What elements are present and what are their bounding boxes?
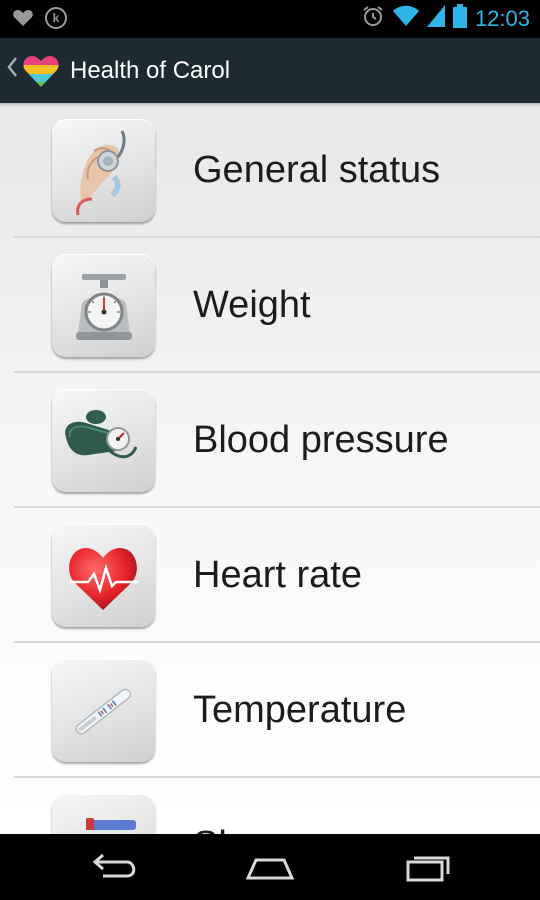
app-heart-icon [12, 7, 34, 34]
list-item-medication[interactable]: Sl [0, 778, 540, 834]
heart-logo-icon[interactable] [22, 53, 60, 89]
list-item-temperature[interactable]: Temperature [0, 643, 540, 778]
back-icon[interactable] [83, 848, 143, 888]
action-bar: Health of Carol [0, 38, 540, 103]
list-item-label: General status [193, 149, 441, 191]
status-bar: k 12:03 [0, 0, 540, 38]
kitchen-scale-icon [52, 254, 155, 357]
stethoscope-hand-icon [52, 119, 155, 222]
home-icon[interactable] [240, 848, 300, 888]
list-item-general-status[interactable]: General status [0, 103, 540, 238]
list-item-label: Sl [193, 824, 227, 834]
status-time: 12:03 [474, 5, 530, 31]
svg-text:k: k [53, 11, 60, 25]
recent-apps-icon[interactable] [398, 848, 458, 888]
page-title: Health of Carol [70, 56, 231, 84]
thermometer-icon [52, 659, 155, 762]
list-item-weight[interactable]: Weight [0, 238, 540, 373]
chevron-left-icon[interactable] [6, 56, 20, 85]
wifi-icon [392, 5, 419, 32]
action-bar-shadow [0, 103, 540, 107]
medication-icon [52, 794, 155, 834]
list-item-label: Blood pressure [193, 419, 449, 461]
list-item-blood-pressure[interactable]: Blood pressure [0, 373, 540, 508]
health-menu-list: General status Weight Blood pressure Hea… [0, 103, 540, 834]
heart-pulse-icon [52, 524, 155, 627]
list-item-label: Weight [193, 284, 311, 326]
list-item-label: Heart rate [193, 554, 362, 596]
kik-icon: k [44, 6, 68, 35]
navigation-bar [0, 834, 540, 900]
blood-pressure-cuff-icon [52, 389, 155, 492]
battery-icon [452, 4, 467, 33]
cell-signal-icon [426, 5, 445, 32]
alarm-icon [361, 4, 385, 33]
list-item-label: Temperature [193, 689, 407, 731]
list-item-heart-rate[interactable]: Heart rate [0, 508, 540, 643]
